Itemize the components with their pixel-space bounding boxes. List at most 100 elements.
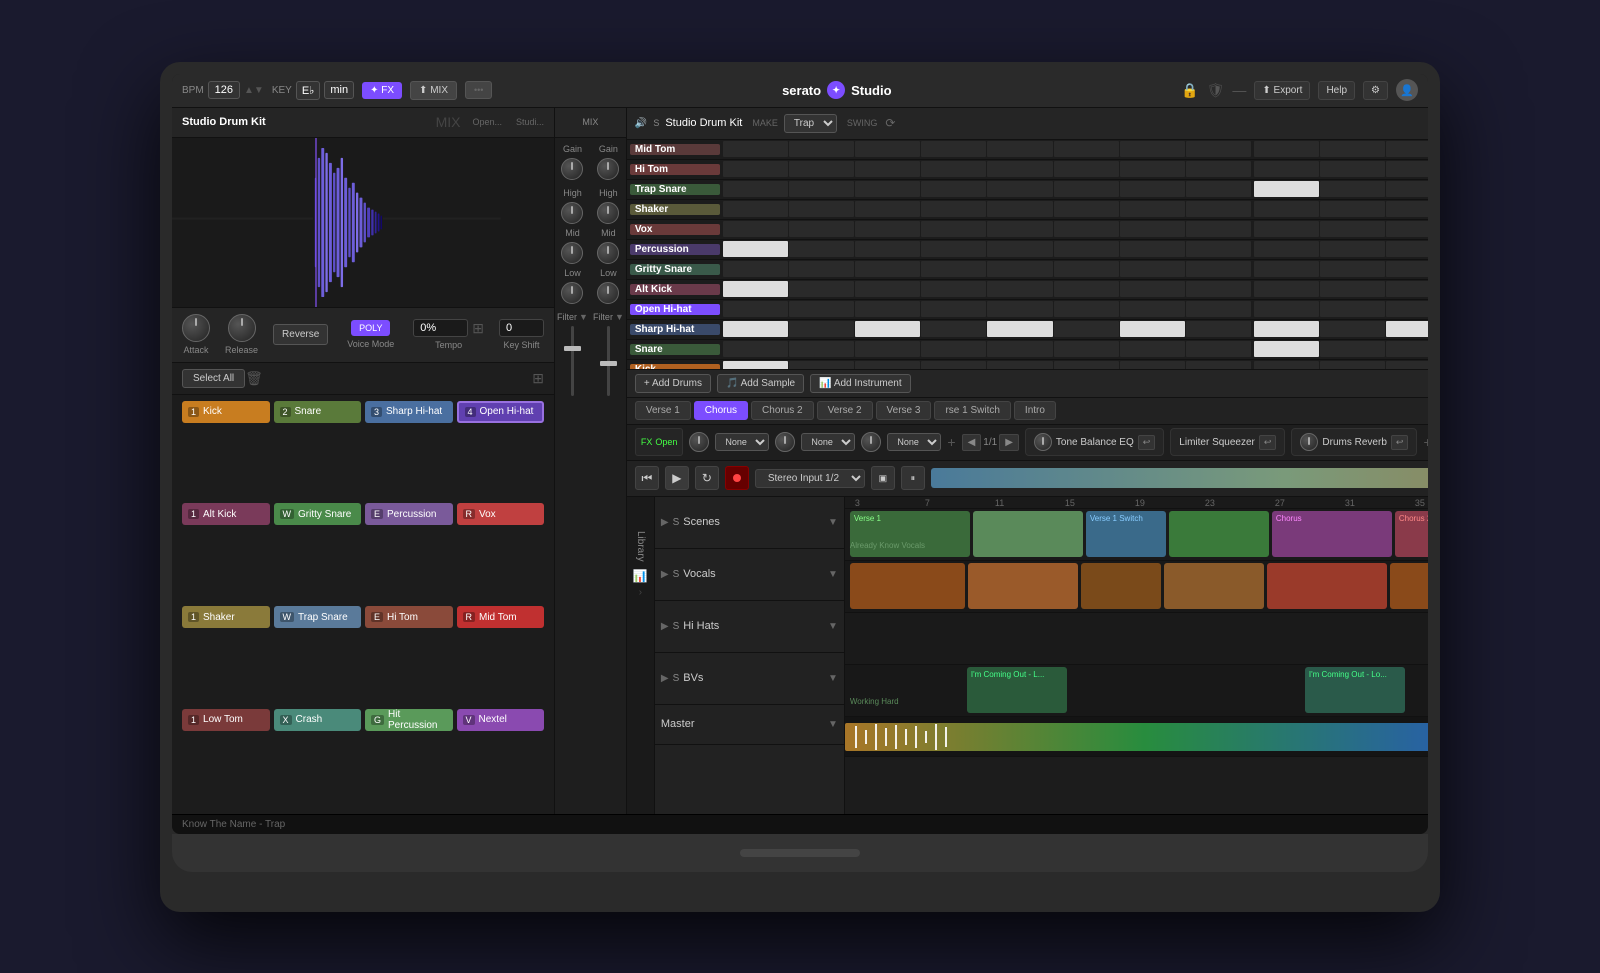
- drum-label-shaker[interactable]: Shaker: [630, 204, 720, 215]
- step-2[interactable]: [855, 261, 920, 277]
- loop-button[interactable]: ↻: [695, 466, 719, 490]
- step-0[interactable]: [723, 321, 788, 337]
- delete-icon[interactable]: 🗑: [245, 370, 263, 387]
- step-2[interactable]: [855, 221, 920, 237]
- step-7[interactable]: [1186, 181, 1251, 197]
- step-8[interactable]: [1254, 221, 1319, 237]
- limiter-bypass-button[interactable]: ↩: [1259, 435, 1277, 450]
- fx-button[interactable]: ✦ FX: [362, 82, 402, 99]
- vocals-clip-4[interactable]: [1164, 563, 1264, 609]
- play-button[interactable]: ▶: [665, 466, 689, 490]
- mid-knob-left[interactable]: [561, 242, 583, 264]
- reverb-bypass-button[interactable]: ↩: [1391, 435, 1409, 450]
- bvs-lane[interactable]: I'm Coming Out - L... I'm Coming Out - L…: [845, 665, 1428, 717]
- settings-button[interactable]: ⚙: [1363, 81, 1388, 100]
- fx-prev-button[interactable]: ◀: [962, 434, 982, 451]
- fx-knob-2[interactable]: [775, 432, 795, 452]
- step-8[interactable]: [1254, 361, 1319, 369]
- pad-hit-percussion[interactable]: GHit Percussion: [365, 709, 453, 731]
- step-10[interactable]: [1386, 181, 1428, 197]
- step-6[interactable]: [1120, 341, 1185, 357]
- step-3[interactable]: [921, 141, 986, 157]
- pad-alt-kick[interactable]: 1Alt Kick: [182, 503, 270, 525]
- step-7[interactable]: [1186, 141, 1251, 157]
- step-9[interactable]: [1320, 301, 1385, 317]
- fx-select-2[interactable]: None: [801, 433, 855, 451]
- step-4[interactable]: [987, 141, 1052, 157]
- step-5[interactable]: [1054, 161, 1119, 177]
- step-7[interactable]: [1186, 261, 1251, 277]
- step-8[interactable]: [1254, 341, 1319, 357]
- step-0[interactable]: [723, 161, 788, 177]
- step-6[interactable]: [1120, 301, 1185, 317]
- tempo-input[interactable]: [413, 319, 468, 337]
- arr-tab-chorus-2[interactable]: Chorus 2: [751, 401, 814, 420]
- pad-trap-snare[interactable]: WTrap Snare: [274, 606, 362, 628]
- add-fx-icon[interactable]: +: [947, 434, 955, 450]
- step-1[interactable]: [789, 281, 854, 297]
- pad-shaker[interactable]: 1Shaker: [182, 606, 270, 628]
- clip-verse1-1[interactable]: Verse 1: [850, 511, 970, 557]
- scenes-lane[interactable]: Verse 1 Verse 1 Switch Chorus Chorus 2: [845, 509, 1428, 561]
- drum-label-open-hi-hat[interactable]: Open Hi-hat: [630, 304, 720, 315]
- pad-vox[interactable]: RVox: [457, 503, 545, 525]
- step-0[interactable]: [723, 141, 788, 157]
- add-sample-button[interactable]: 🎵 Add Sample: [717, 374, 804, 393]
- gain-right-knob[interactable]: [597, 158, 619, 180]
- step-1[interactable]: [789, 301, 854, 317]
- step-0[interactable]: [723, 181, 788, 197]
- drum-mute-icon[interactable]: 🔊: [635, 118, 647, 129]
- step-4[interactable]: [987, 341, 1052, 357]
- step-6[interactable]: [1120, 361, 1185, 369]
- pad-gritty-snare[interactable]: WGritty Snare: [274, 503, 362, 525]
- step-4[interactable]: [987, 261, 1052, 277]
- vocals-mute-icon[interactable]: S: [673, 569, 680, 580]
- step-6[interactable]: [1120, 161, 1185, 177]
- arr-tab-verse-3[interactable]: Verse 3: [876, 401, 932, 420]
- pad-snare[interactable]: 2Snare: [274, 401, 362, 423]
- clip-chorus-1[interactable]: Chorus: [1272, 511, 1392, 557]
- step-9[interactable]: [1320, 261, 1385, 277]
- step-1[interactable]: [789, 201, 854, 217]
- pad-sharp-hi-hat[interactable]: 3Sharp Hi-hat: [365, 401, 453, 423]
- pad-mid-tom[interactable]: RMid Tom: [457, 606, 545, 628]
- step-10[interactable]: [1386, 161, 1428, 177]
- step-10[interactable]: [1386, 341, 1428, 357]
- hihats-collapse[interactable]: ▼: [828, 621, 838, 632]
- master-lane[interactable]: [845, 717, 1428, 757]
- step-6[interactable]: [1120, 241, 1185, 257]
- step-5[interactable]: [1054, 321, 1119, 337]
- step-9[interactable]: [1320, 201, 1385, 217]
- step-5[interactable]: [1054, 141, 1119, 157]
- step-8[interactable]: [1254, 141, 1319, 157]
- step-5[interactable]: [1054, 281, 1119, 297]
- step-4[interactable]: [987, 201, 1052, 217]
- step-3[interactable]: [921, 161, 986, 177]
- arr-tab-verse-1[interactable]: Verse 1: [635, 401, 691, 420]
- step-1[interactable]: [789, 241, 854, 257]
- step-9[interactable]: [1320, 321, 1385, 337]
- key-shift-input[interactable]: [499, 319, 544, 337]
- user-avatar[interactable]: 👤: [1396, 79, 1418, 101]
- step-10[interactable]: [1386, 281, 1428, 297]
- fx-select-1[interactable]: None: [715, 433, 769, 451]
- step-2[interactable]: [855, 201, 920, 217]
- step-4[interactable]: [987, 221, 1052, 237]
- step-0[interactable]: [723, 241, 788, 257]
- vocals-clip-5[interactable]: [1267, 563, 1387, 609]
- timeline-content[interactable]: 3 7 11 15 19 23 27 31 35 39 43: [845, 497, 1428, 814]
- master-collapse[interactable]: ▼: [828, 719, 838, 730]
- genre-select[interactable]: Trap: [784, 114, 837, 133]
- gain-knob[interactable]: [561, 158, 583, 180]
- scenes-expand[interactable]: ▶: [661, 517, 669, 528]
- vocals-lane[interactable]: [845, 561, 1428, 613]
- step-9[interactable]: [1320, 361, 1385, 369]
- step-5[interactable]: [1054, 301, 1119, 317]
- step-10[interactable]: [1386, 241, 1428, 257]
- pad-low-tom[interactable]: 1Low Tom: [182, 709, 270, 731]
- step-9[interactable]: [1320, 181, 1385, 197]
- step-1[interactable]: [789, 141, 854, 157]
- step-3[interactable]: [921, 321, 986, 337]
- step-3[interactable]: [921, 261, 986, 277]
- reverb-knob[interactable]: [1300, 433, 1318, 451]
